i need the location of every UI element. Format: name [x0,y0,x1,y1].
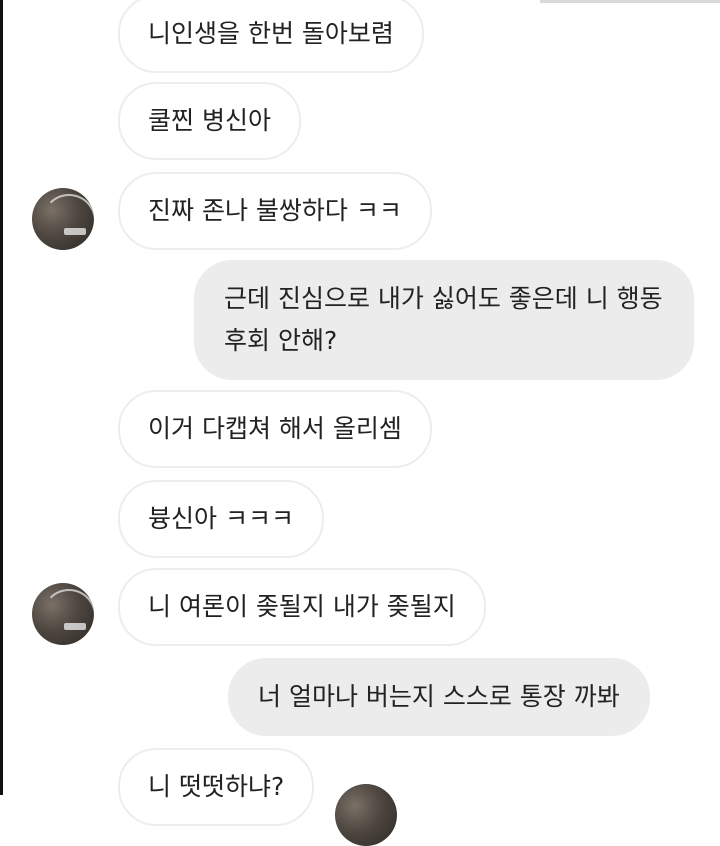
sender-avatar[interactable] [32,583,94,645]
avatar-decoration [64,623,86,630]
message-bubble-sent[interactable]: 근데 진심으로 내가 싫어도 좋은데 니 행동 후회 안해? [194,260,694,380]
sender-avatar[interactable] [335,784,397,846]
message-text: 이거 다캡쳐 해서 올리셈 [148,414,402,443]
avatar-decoration [42,589,94,643]
message-text: 근데 진심으로 내가 싫어도 좋은데 니 행동 후회 안해? [224,284,663,355]
message-bubble-received[interactable]: 븅신아 ㅋㅋㅋ [118,480,324,558]
sender-avatar[interactable] [32,188,94,250]
message-bubble-received[interactable]: 쿨찐 병신아 [118,82,301,160]
message-text: 븅신아 ㅋㅋㅋ [148,504,294,533]
screen-left-edge [0,0,3,795]
message-bubble-received[interactable]: 니인생을 한번 돌아보렴 [118,0,424,73]
message-text: 쿨찐 병신아 [148,106,271,135]
message-bubble-received[interactable]: 니 떳떳하냐? [118,748,315,826]
message-text: 니인생을 한번 돌아보렴 [148,19,394,48]
message-bubble-received[interactable]: 이거 다캡쳐 해서 올리셈 [118,390,432,468]
message-text: 진짜 존나 불쌍하다 ㅋㅋ [148,196,402,225]
message-bubble-received[interactable]: 니 여론이 좆될지 내가 좆될지 [118,568,486,646]
avatar-decoration [42,194,94,248]
top-divider [540,0,720,3]
message-text: 너 얼마나 버는지 스스로 통장 까봐 [258,682,620,711]
message-bubble-received[interactable]: 진짜 존나 불쌍하다 ㅋㅋ [118,172,432,250]
message-text: 니 여론이 좆될지 내가 좆될지 [148,592,456,621]
message-bubble-sent[interactable]: 너 얼마나 버는지 스스로 통장 까봐 [228,658,650,736]
avatar-decoration [64,228,86,235]
message-text: 니 떳떳하냐? [148,772,285,801]
